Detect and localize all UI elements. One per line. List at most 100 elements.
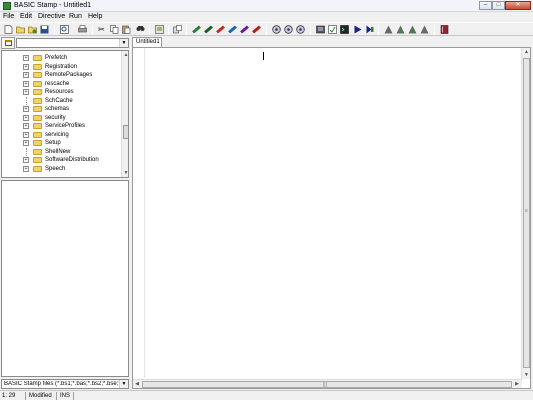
scroll-up-icon[interactable]: ▲ xyxy=(122,51,128,59)
expand-icon[interactable]: + xyxy=(23,114,29,121)
stamp-bs2e-icon[interactable] xyxy=(216,25,225,34)
preview-icon[interactable] xyxy=(60,25,69,34)
identify-icon[interactable] xyxy=(272,25,281,34)
memory-map-icon[interactable] xyxy=(155,25,164,34)
debug-terminal-icon[interactable] xyxy=(173,25,182,34)
help-book-icon[interactable] xyxy=(440,25,449,34)
run-icon[interactable] xyxy=(353,25,362,34)
drive-button[interactable] xyxy=(1,37,15,49)
scroll-up-icon[interactable]: ▲ xyxy=(522,48,531,56)
tree-item[interactable]: + security xyxy=(2,114,120,122)
toolbar-separator xyxy=(54,25,55,35)
tree-item[interactable]: + ServiceProfiles xyxy=(2,122,120,130)
save-icon[interactable] xyxy=(40,25,49,34)
new-file-icon[interactable] xyxy=(4,25,13,34)
menu-run[interactable]: Run xyxy=(69,13,82,20)
stamp-bs1-icon[interactable] xyxy=(192,25,201,34)
identify-all-icon[interactable] xyxy=(284,25,293,34)
minimize-button[interactable]: – xyxy=(479,1,492,10)
expand-icon[interactable]: + xyxy=(23,89,29,95)
file-filter-combo[interactable]: BASIC Stamp files (*.bs1;*.bas;*.bs2;*.b… xyxy=(1,379,129,389)
tree-item[interactable]: + Resources xyxy=(2,88,120,96)
tree-item-label: Resources xyxy=(45,89,74,95)
debug-icon[interactable] xyxy=(365,25,374,34)
toolbar-separator xyxy=(310,25,311,35)
file-list[interactable] xyxy=(1,180,129,377)
expand-icon[interactable]: + xyxy=(23,140,29,146)
directive-4-icon[interactable] xyxy=(420,25,429,34)
tree-item[interactable]: + servicing xyxy=(2,131,120,139)
memory-window-icon[interactable] xyxy=(316,25,325,34)
stamp-bs2p-icon[interactable] xyxy=(240,25,249,34)
tree-scrollbar[interactable]: ▲ ▼ xyxy=(121,51,128,177)
vertical-scroll-thumb[interactable]: ≡ xyxy=(523,58,530,368)
expand-icon[interactable]: + xyxy=(23,165,29,172)
chevron-down-icon[interactable]: ▼ xyxy=(119,39,128,47)
tree-item[interactable]: + SoftwareDistribution xyxy=(2,156,120,164)
menu-help[interactable]: Help xyxy=(88,13,102,20)
menu-directive[interactable]: Directive xyxy=(38,13,65,20)
menu-bar: File Edit Directive Run Help xyxy=(0,12,533,22)
tree-item-label: SchCache xyxy=(45,97,73,104)
tree-item[interactable]: + Prefetch xyxy=(2,54,120,62)
editor-vertical-scrollbar[interactable]: ▲ ≡ ▼ xyxy=(521,48,530,379)
expand-icon[interactable]: + xyxy=(23,123,29,129)
menu-file[interactable]: File xyxy=(3,13,14,20)
scroll-down-icon[interactable]: ▼ xyxy=(122,169,128,177)
tree-item[interactable]: + Registration xyxy=(2,63,120,71)
scroll-left-icon[interactable]: ◀ xyxy=(133,380,141,388)
expand-icon[interactable]: + xyxy=(23,63,29,70)
terminal-icon[interactable] xyxy=(340,25,349,34)
directive-2-icon[interactable] xyxy=(396,25,405,34)
tree-item[interactable]: + rescache xyxy=(2,80,120,88)
menu-edit[interactable]: Edit xyxy=(20,13,32,20)
code-editor[interactable]: ▲ ≡ ▼ ◀ ||| ▶ xyxy=(132,47,531,389)
tree-connector xyxy=(26,147,27,156)
scroll-right-icon[interactable]: ▶ xyxy=(513,380,521,388)
grip-icon: ≡ xyxy=(525,208,528,214)
directive-3-icon[interactable] xyxy=(408,25,417,34)
expand-icon[interactable]: + xyxy=(23,106,29,112)
tree-item[interactable]: + schemas xyxy=(2,105,120,113)
tree-scroll-thumb[interactable] xyxy=(123,125,128,139)
open-recent-icon[interactable] xyxy=(28,25,37,34)
identify-port-icon[interactable] xyxy=(296,25,305,34)
expand-icon[interactable]: + xyxy=(23,157,29,163)
expand-icon[interactable]: + xyxy=(23,55,29,61)
expand-icon[interactable]: + xyxy=(23,72,29,78)
directive-1-icon[interactable] xyxy=(384,25,393,34)
paste-icon[interactable] xyxy=(122,25,131,34)
directory-combo[interactable]: ▼ xyxy=(16,38,129,48)
folder-icon xyxy=(33,157,42,163)
tree-item[interactable]: ShellNew xyxy=(2,147,120,156)
open-folder-icon[interactable] xyxy=(16,25,25,34)
cut-icon[interactable]: ✂ xyxy=(98,25,107,34)
check-syntax-icon[interactable] xyxy=(328,25,337,34)
modified-indicator: Modified xyxy=(27,392,57,400)
stamp-bs2-icon[interactable] xyxy=(204,25,213,34)
scroll-down-icon[interactable]: ▼ xyxy=(522,371,531,379)
tree-item-label: ShellNew xyxy=(45,148,71,155)
stamp-bs2sx-icon[interactable] xyxy=(228,25,237,34)
folder-tree[interactable]: + Prefetch + Registration + RemotePackages + re… xyxy=(1,50,129,178)
chevron-down-icon[interactable]: ▼ xyxy=(119,380,128,388)
find-icon[interactable] xyxy=(136,25,145,34)
tree-item-label: SoftwareDistribution xyxy=(45,157,99,163)
stamp-bs2pe-icon[interactable] xyxy=(252,25,261,34)
horizontal-scroll-thumb[interactable]: ||| xyxy=(142,381,512,388)
expand-icon[interactable]: + xyxy=(23,131,29,138)
close-button[interactable]: ✕ xyxy=(505,1,531,10)
tree-item[interactable]: + Speech xyxy=(2,165,120,173)
tree-item[interactable]: + Setup xyxy=(2,139,120,147)
copy-icon[interactable] xyxy=(110,25,119,34)
cursor-position: 1: 29 xyxy=(0,392,26,400)
tree-item[interactable]: SchCache xyxy=(2,96,120,105)
folder-icon xyxy=(33,72,42,78)
maximize-button[interactable]: □ xyxy=(492,1,505,10)
expand-icon[interactable]: + xyxy=(23,80,29,87)
toolbar-separator xyxy=(92,25,93,35)
editor-horizontal-scrollbar[interactable]: ◀ ||| ▶ xyxy=(133,379,522,388)
print-icon[interactable] xyxy=(78,25,87,34)
tree-item[interactable]: + RemotePackages xyxy=(2,71,120,79)
toolbar-separator xyxy=(434,25,435,35)
